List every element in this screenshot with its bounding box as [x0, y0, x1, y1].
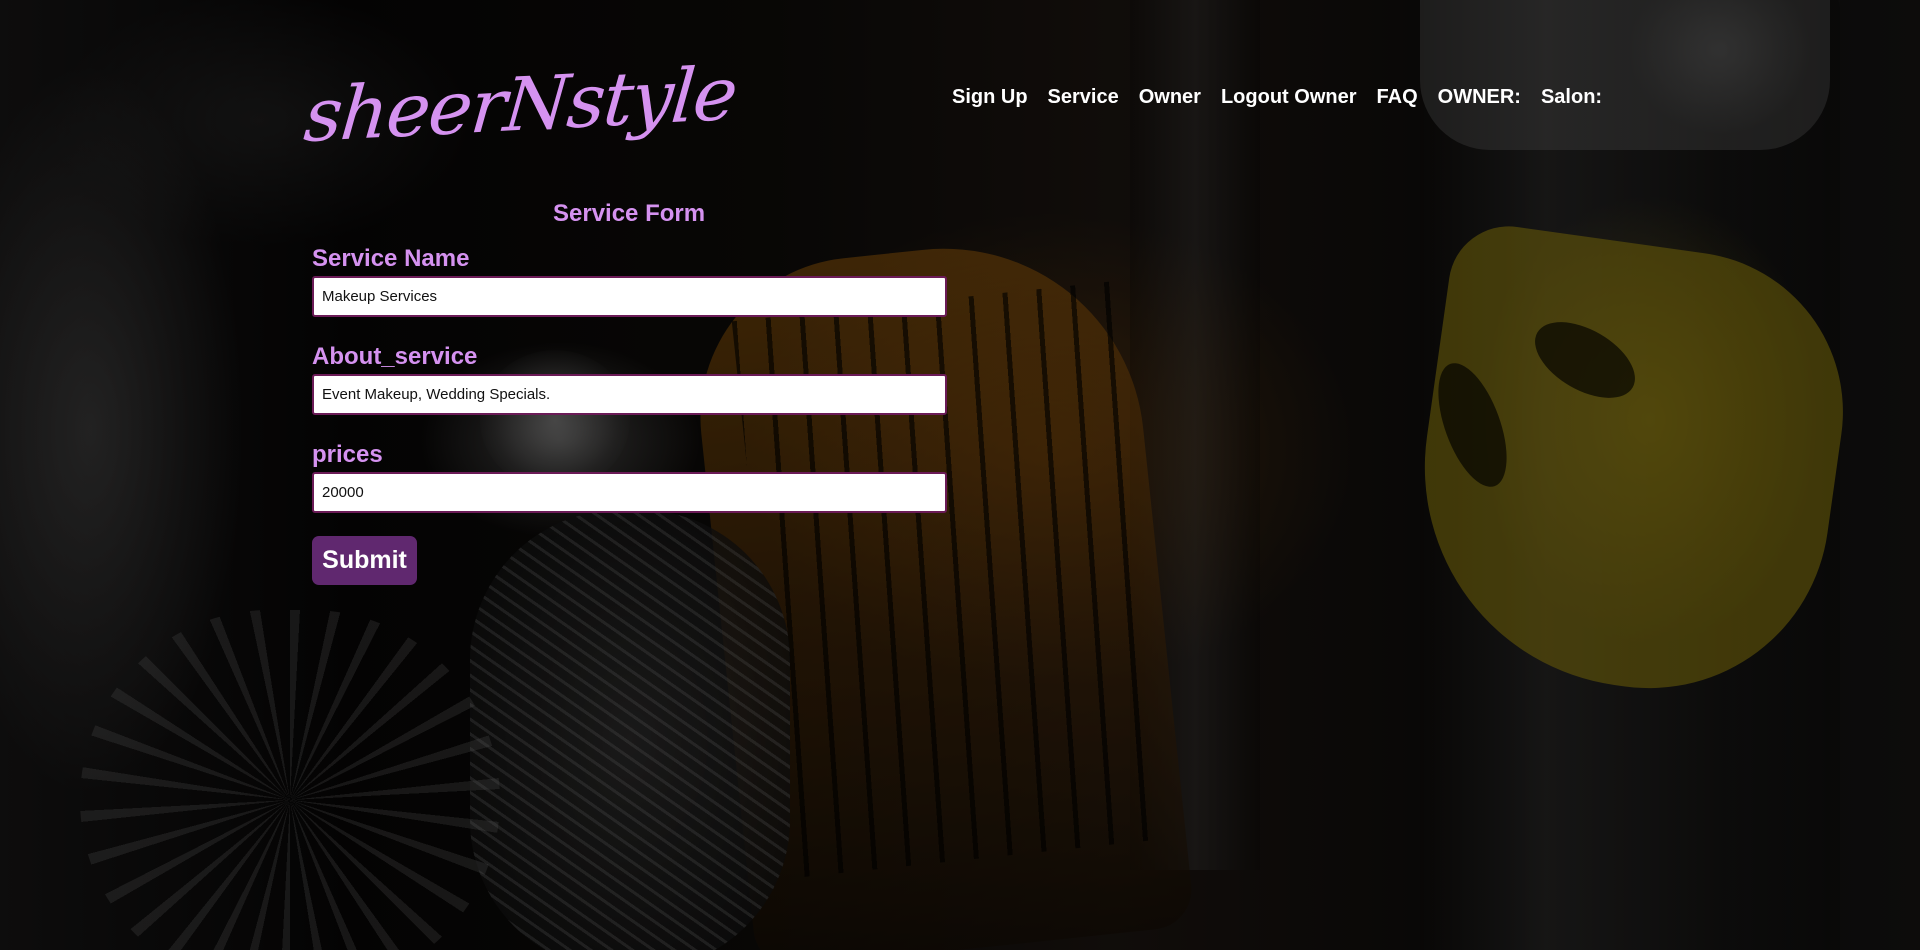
background-dark-overlay — [0, 0, 1920, 950]
prices-input[interactable] — [312, 472, 947, 513]
submit-button[interactable]: Submit — [312, 536, 417, 585]
nav-owner-label[interactable]: OWNER: — [1428, 86, 1531, 109]
prices-label: prices — [312, 441, 383, 468]
nav-logout-owner[interactable]: Logout Owner — [1211, 86, 1367, 109]
about-service-label: About_service — [312, 343, 478, 370]
service-form: Service Name About_service prices Submit — [312, 242, 947, 585]
nav-owner[interactable]: Owner — [1129, 86, 1211, 109]
page: sheerNstyle Sign Up Service Owner Logout… — [0, 0, 1920, 950]
nav-faq[interactable]: FAQ — [1367, 86, 1428, 109]
service-name-input[interactable] — [312, 276, 947, 317]
nav-service[interactable]: Service — [1038, 86, 1129, 109]
nav-salon-label[interactable]: Salon: — [1531, 86, 1612, 109]
brand-logo[interactable]: sheerNstyle — [301, 11, 739, 198]
about-service-input[interactable] — [312, 374, 947, 415]
top-nav: Sign Up Service Owner Logout Owner FAQ O… — [942, 86, 1612, 109]
background-photo — [0, 0, 1920, 950]
nav-sign-up[interactable]: Sign Up — [942, 86, 1038, 109]
service-name-label: Service Name — [312, 245, 470, 272]
form-title: Service Form — [553, 200, 706, 227]
